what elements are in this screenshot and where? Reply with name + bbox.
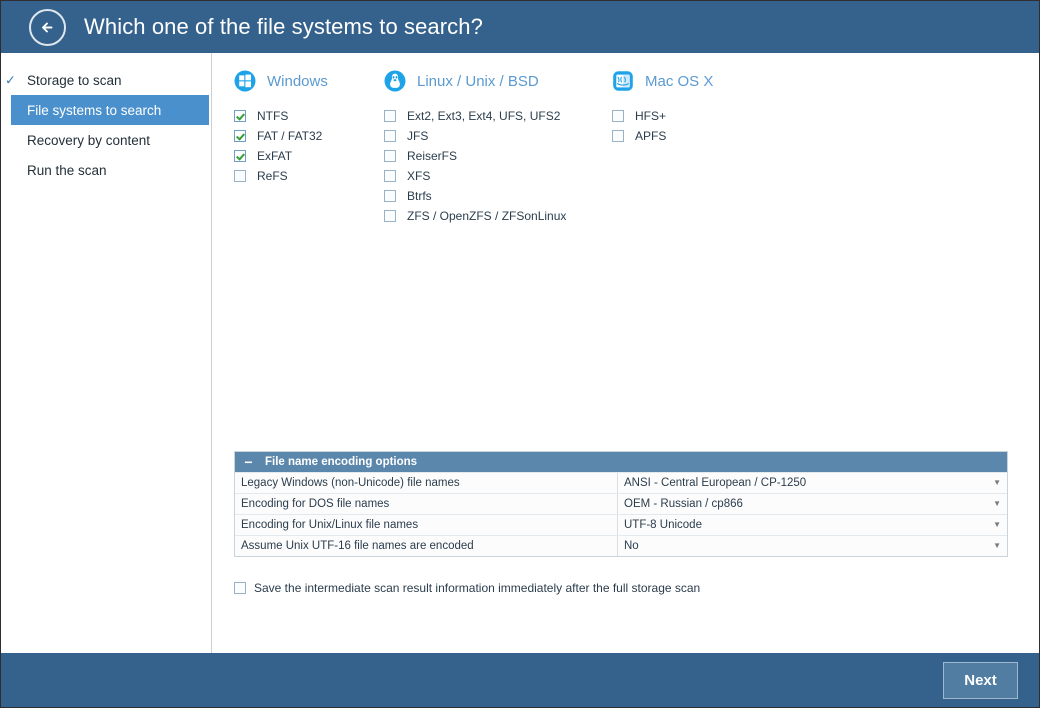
checkbox-exfat[interactable] [234,150,246,162]
checkbox-row-btrfs[interactable]: Btrfs [384,186,612,206]
encoding-panel-header[interactable]: − File name encoding options [235,452,1007,472]
checkbox-xfs[interactable] [384,170,396,182]
checkbox-label: Save the intermediate scan result inform… [254,581,701,595]
filesystem-group-macosx: Mac OS X HFS+ APFS [612,67,812,226]
chevron-down-icon: ▼ [993,541,1001,550]
checkbox-label: JFS [407,129,429,143]
checkbox-label: HFS+ [635,109,667,123]
checkbox-row-jfs[interactable]: JFS [384,126,612,146]
encoding-dropdown-value: OEM - Russian / cp866 [624,498,743,510]
filesystem-group-linux: Linux / Unix / BSD Ext2, Ext3, Ext4, UFS… [384,67,612,226]
filesystem-group-windows: Windows NTFS FAT / FAT32 ExFAT ReFS [234,67,384,226]
checkbox-row-apfs[interactable]: APFS [612,126,812,146]
encoding-dropdown-unix-linux[interactable]: UTF-8 Unicode ▼ [618,515,1007,535]
group-title: Windows [267,72,328,90]
check-icon: ✓ [5,72,16,88]
sidebar-item-label: Storage to scan [27,72,122,88]
checkbox-row-reiserfs[interactable]: ReiserFS [384,146,612,166]
page-title: Which one of the file systems to search? [84,14,483,39]
body-area: ✓ Storage to scan File systems to search… [1,53,1039,653]
chevron-down-icon: ▼ [993,478,1001,487]
checkbox-label: ReFS [257,169,288,183]
group-title: Linux / Unix / BSD [417,72,539,90]
checkbox-row-xfs[interactable]: XFS [384,166,612,186]
checkbox-label: ExFAT [257,149,293,163]
checkbox-fat-fat32[interactable] [234,130,246,142]
checkbox-refs[interactable] [234,170,246,182]
linux-penguin-icon [384,70,406,92]
encoding-dropdown-utf16[interactable]: No ▼ [618,536,1007,556]
checkbox-jfs[interactable] [384,130,396,142]
checkbox-hfs-plus[interactable] [612,110,624,122]
checkbox-row-refs[interactable]: ReFS [234,166,384,186]
checkbox-label: Ext2, Ext3, Ext4, UFS, UFS2 [407,109,561,123]
group-header-linux: Linux / Unix / BSD [384,67,612,95]
checkbox-row-exfat[interactable]: ExFAT [234,146,384,166]
sidebar-item-storage-to-scan[interactable]: ✓ Storage to scan [5,65,208,95]
checkbox-label: ReiserFS [407,149,458,163]
arrow-left-icon [38,18,57,37]
checkbox-row-hfs-plus[interactable]: HFS+ [612,106,812,126]
file-name-encoding-panel: − File name encoding options Legacy Wind… [234,451,1008,557]
checkbox-label: FAT / FAT32 [257,129,323,143]
checkbox-label: XFS [407,169,431,183]
checkbox-row-zfs[interactable]: ZFS / OpenZFS / ZFSonLinux [384,206,612,226]
checkbox-ext[interactable] [384,110,396,122]
encoding-row-label: Legacy Windows (non-Unicode) file names [235,473,618,493]
wizard-steps-sidebar: ✓ Storage to scan File systems to search… [1,53,212,653]
checkbox-zfs[interactable] [384,210,396,222]
checkbox-label: APFS [635,129,667,143]
checkbox-label: NTFS [257,109,289,123]
filesystem-columns: Windows NTFS FAT / FAT32 ExFAT ReFS Linu… [212,53,1039,226]
checkbox-row-ntfs[interactable]: NTFS [234,106,384,126]
back-button[interactable] [29,8,66,46]
minus-icon[interactable]: − [243,455,254,469]
encoding-row-utf16: Assume Unix UTF-16 file names are encode… [235,535,1007,556]
title-bar: Which one of the file systems to search? [1,1,1039,53]
checkbox-save-intermediate-scan-result[interactable] [234,582,246,594]
group-header-windows: Windows [234,67,384,95]
windows-logo-icon [234,70,256,92]
encoding-dropdown-value: ANSI - Central European / CP-1250 [624,477,807,489]
footer-bar: Next [1,653,1039,707]
encoding-row-unix-linux: Encoding for Unix/Linux file names UTF-8… [235,514,1007,535]
sidebar-item-run-the-scan[interactable]: Run the scan [11,155,208,185]
checkbox-apfs[interactable] [612,130,624,142]
checkbox-btrfs[interactable] [384,190,396,202]
checkbox-ntfs[interactable] [234,110,246,122]
main-content: Windows NTFS FAT / FAT32 ExFAT ReFS Linu… [212,53,1039,653]
mac-finder-icon [612,70,634,92]
checkbox-label: Btrfs [407,189,432,203]
encoding-dropdown-legacy-windows[interactable]: ANSI - Central European / CP-1250 ▼ [618,473,1007,493]
encoding-panel-title: File name encoding options [265,456,418,468]
encoding-dropdown-dos[interactable]: OEM - Russian / cp866 ▼ [618,494,1007,514]
sidebar-item-label: File systems to search [27,102,162,118]
checkbox-reiserfs[interactable] [384,150,396,162]
sidebar-item-label: Run the scan [27,162,107,178]
sidebar-item-recovery-by-content[interactable]: Recovery by content [11,125,208,155]
group-title: Mac OS X [645,72,714,90]
sidebar-item-label: Recovery by content [27,132,151,148]
encoding-dropdown-value: No [624,540,639,552]
sidebar-item-file-systems-to-search[interactable]: File systems to search [11,95,209,125]
next-button[interactable]: Next [943,662,1018,699]
checkbox-row-ext[interactable]: Ext2, Ext3, Ext4, UFS, UFS2 [384,106,612,126]
checkbox-label: ZFS / OpenZFS / ZFSonLinux [407,209,567,223]
wizard-window: Which one of the file systems to search?… [0,0,1040,708]
save-intermediate-scan-result-row[interactable]: Save the intermediate scan result inform… [234,581,700,595]
group-header-macosx: Mac OS X [612,67,812,95]
encoding-row-legacy-windows: Legacy Windows (non-Unicode) file names … [235,472,1007,493]
encoding-row-label: Encoding for DOS file names [235,494,618,514]
checkbox-row-fat-fat32[interactable]: FAT / FAT32 [234,126,384,146]
encoding-row-dos: Encoding for DOS file names OEM - Russia… [235,493,1007,514]
encoding-row-label: Assume Unix UTF-16 file names are encode… [235,536,618,556]
chevron-down-icon: ▼ [993,499,1001,508]
encoding-row-label: Encoding for Unix/Linux file names [235,515,618,535]
chevron-down-icon: ▼ [993,520,1001,529]
encoding-dropdown-value: UTF-8 Unicode [624,519,702,531]
